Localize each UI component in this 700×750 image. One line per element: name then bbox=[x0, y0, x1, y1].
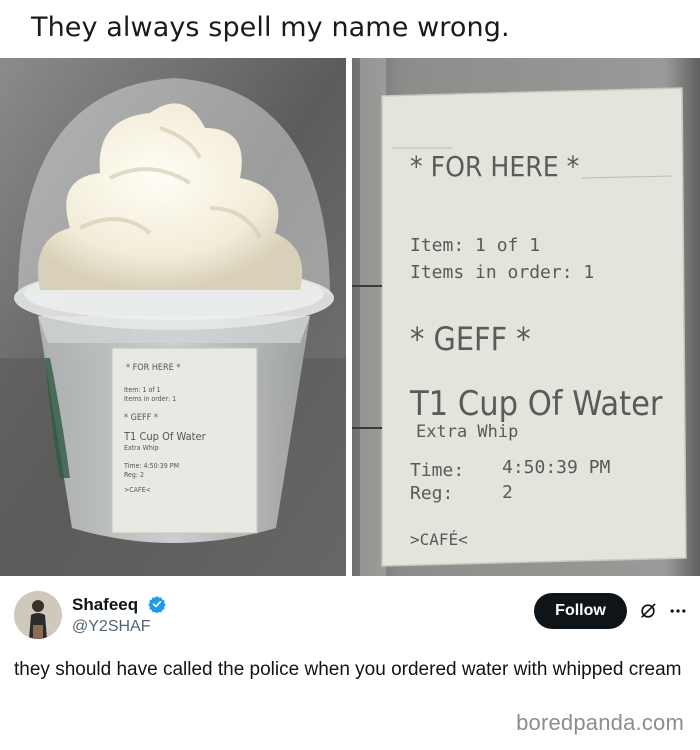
left-sticker-line6: Extra Whip bbox=[124, 444, 159, 452]
right-sticker-location: >CAFÉ< bbox=[410, 530, 468, 549]
tweet-text: they should have called the police when … bbox=[14, 659, 682, 680]
user-handle[interactable]: @Y2SHAF bbox=[72, 618, 150, 636]
display-name[interactable]: Shafeeq bbox=[72, 595, 138, 615]
right-sticker-items-in-order: Items in order: 1 bbox=[410, 262, 594, 283]
right-photo-illustration: * FOR HERE * Item: 1 of 1 Items in order… bbox=[352, 58, 700, 576]
left-sticker-line1: * FOR HERE * bbox=[126, 363, 180, 373]
left-sticker-line7: Time: 4:50:39 PM bbox=[123, 462, 179, 470]
right-sticker-modifier: Extra Whip bbox=[416, 422, 518, 442]
left-sticker-line2: Item: 1 of 1 bbox=[124, 386, 161, 394]
avatar-person-icon bbox=[14, 591, 62, 639]
right-sticker-name: * GEFF * bbox=[410, 320, 531, 358]
verified-badge-icon bbox=[148, 596, 166, 613]
follow-button[interactable]: Follow bbox=[534, 593, 627, 629]
left-sticker-line5: T1 Cup Of Water bbox=[123, 430, 207, 443]
right-sticker-time-value: 4:50:39 PM bbox=[502, 457, 611, 478]
watermark: boredpanda.com bbox=[516, 710, 684, 735]
right-sticker-reg-label: Reg: bbox=[410, 483, 453, 504]
right-sticker-drink: T1 Cup Of Water bbox=[409, 384, 663, 424]
left-photo-illustration: * FOR HERE * Item: 1 of 1 Items in order… bbox=[0, 58, 346, 576]
left-sticker-line4: * GEFF * bbox=[124, 413, 158, 423]
right-sticker-time-label: Time: bbox=[410, 460, 464, 481]
grok-icon[interactable] bbox=[638, 601, 658, 621]
left-sticker-line9: >CAFE< bbox=[124, 486, 151, 494]
left-sticker-line8: Reg: 2 bbox=[124, 471, 144, 479]
more-options-icon[interactable] bbox=[668, 601, 688, 621]
tweet-card: Shafeeq @Y2SHAF Follow they should have … bbox=[0, 576, 700, 750]
right-sticker-for-here: * FOR HERE * bbox=[410, 150, 579, 183]
right-sticker-reg-value: 2 bbox=[502, 482, 513, 503]
avatar[interactable] bbox=[14, 591, 62, 639]
right-sticker-item: Item: 1 of 1 bbox=[410, 235, 540, 256]
left-photo-cup-with-whipped-cream: * FOR HERE * Item: 1 of 1 Items in order… bbox=[0, 58, 346, 576]
meme-caption: They always spell my name wrong. bbox=[0, 0, 700, 58]
left-sticker-line3: Items in order: 1 bbox=[124, 395, 176, 403]
right-photo-sticker-closeup: * FOR HERE * Item: 1 of 1 Items in order… bbox=[352, 58, 700, 576]
